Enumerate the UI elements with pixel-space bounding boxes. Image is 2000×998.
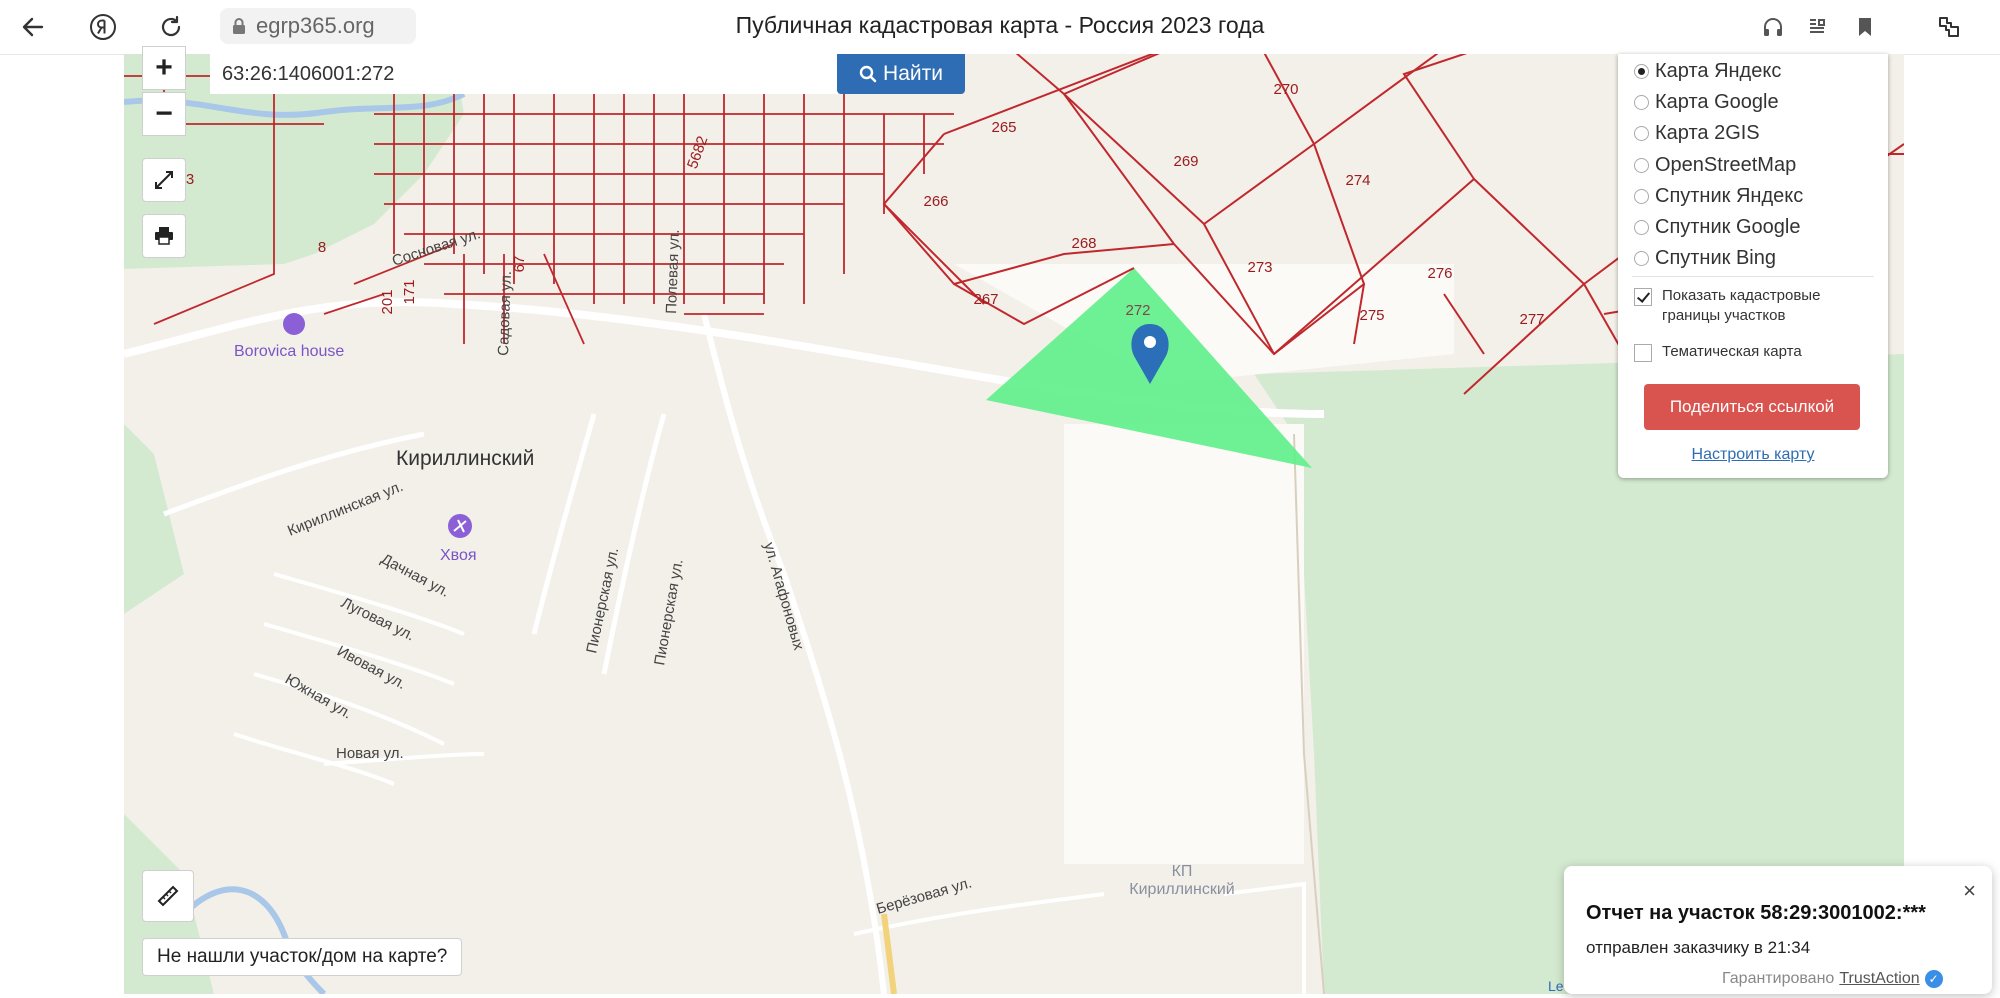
street-label: Новая ул. — [336, 745, 404, 762]
find-button[interactable]: Найти — [837, 54, 965, 94]
checkbox-icon[interactable] — [1634, 344, 1652, 362]
radio-icon[interactable] — [1634, 94, 1649, 110]
verified-check-icon: ✓ — [1924, 970, 1943, 988]
show-cadastral-toggle[interactable]: Показать кадастровые границы участков — [1634, 286, 1864, 326]
thematic-map-label: Тематическая карта — [1662, 343, 1802, 360]
layer-option-label: Карта Google — [1655, 90, 1779, 113]
radio-icon[interactable] — [1634, 125, 1649, 141]
ruler-icon — [157, 885, 179, 907]
radio-icon[interactable] — [1634, 157, 1649, 173]
map-layers-panel: Карта Яндекс Карта Google Карта 2GIS Ope… — [1618, 54, 1888, 478]
browser-toolbar: egrp365.org Публичная кадастровая карта … — [0, 0, 2000, 55]
layer-option-label: Карта Яндекс — [1655, 59, 1782, 82]
bookmark-icon[interactable] — [1848, 10, 1882, 44]
layer-option[interactable]: Карта Google — [1634, 87, 1779, 117]
layer-option-label: Спутник Яндекс — [1655, 184, 1804, 207]
layer-option[interactable]: Карта 2GIS — [1634, 118, 1760, 148]
radio-icon[interactable] — [1634, 250, 1649, 266]
kp-label-line2: Кириллинский — [1129, 881, 1234, 898]
print-button[interactable] — [142, 214, 186, 258]
zoom-out-button[interactable]: − — [142, 92, 186, 136]
parcel-label: 273 — [1247, 259, 1272, 276]
layer-option[interactable]: Спутник Google — [1634, 212, 1800, 242]
layer-option[interactable]: Спутник Яндекс — [1634, 181, 1803, 211]
parcel-label: 67 — [511, 256, 528, 273]
printer-icon — [155, 227, 173, 245]
share-link-button[interactable]: Поделиться ссылкой — [1644, 384, 1860, 430]
parcel-label-selected: 272 — [1125, 302, 1150, 319]
parcel-label: 201 — [379, 289, 396, 314]
measure-button[interactable] — [142, 870, 194, 922]
footer-prefix: Гарантировано — [1722, 970, 1835, 987]
kp-label-line1: КП — [1172, 863, 1193, 880]
settlement-label: Кириллинский — [396, 447, 534, 470]
parcel-label: 265 — [991, 119, 1016, 136]
show-cadastral-label: Показать кадастровые границы участков — [1662, 287, 1821, 324]
layer-option-label: Спутник Google — [1655, 215, 1801, 238]
search-icon — [859, 65, 877, 83]
reader-icon[interactable] — [1800, 10, 1834, 44]
layer-option-label: Спутник Bing — [1655, 246, 1776, 269]
poi-hvoya-label: Хвоя — [440, 547, 477, 564]
report-notification: × Отчет на участок 58:29:3001002:*** отп… — [1564, 866, 1992, 994]
parcel-label: 274 — [1345, 172, 1370, 189]
attribution-label[interactable]: Le — [1548, 978, 1564, 994]
setup-map-link[interactable]: Настроить карту — [1618, 446, 1888, 464]
checkbox-checked-icon[interactable] — [1634, 288, 1652, 306]
parcel-label: 270 — [1273, 81, 1298, 98]
parcel-label: 267 — [973, 291, 998, 308]
trustaction-link[interactable]: TrustAction — [1839, 970, 1919, 988]
fullscreen-button[interactable] — [142, 158, 186, 202]
page-title: Публичная кадастровая карта - Россия 202… — [735, 12, 1265, 38]
not-found-button[interactable]: Не нашли участок/дом на карте? — [142, 938, 463, 976]
extensions-icon[interactable] — [1932, 10, 1966, 44]
divider — [1632, 276, 1874, 277]
headphones-icon[interactable] — [1756, 10, 1790, 44]
zoom-in-button[interactable]: + — [142, 46, 186, 90]
parcel-label: 268 — [1071, 235, 1096, 252]
notification-title: Отчет на участок 58:29:3001002:*** — [1586, 902, 1926, 924]
parcel-label: 266 — [923, 193, 948, 210]
parcel-label: 269 — [1173, 153, 1198, 170]
radio-icon[interactable] — [1634, 219, 1649, 235]
layer-option-label: Карта 2GIS — [1655, 121, 1760, 144]
layer-option-label: OpenStreetMap — [1655, 153, 1797, 176]
cadastral-search-input[interactable]: 63:26:1406001:272 — [210, 54, 838, 94]
find-button-label: Найти — [883, 62, 943, 85]
radio-icon[interactable] — [1634, 188, 1649, 204]
layer-option[interactable]: Спутник Bing — [1634, 243, 1776, 273]
parcel-label: 171 — [401, 279, 418, 304]
notification-footer: Гарантировано TrustAction ✓ — [1722, 970, 1943, 988]
parcel-label: 275 — [1359, 307, 1384, 324]
street-label: Садовая ул. — [495, 271, 515, 357]
parcel-label: 8 — [318, 239, 326, 256]
expand-icon — [155, 171, 173, 189]
notification-subtitle: отправлен заказчику в 21:34 — [1586, 938, 1811, 957]
radio-selected-icon[interactable] — [1634, 63, 1649, 79]
parcel-label: 276 — [1427, 265, 1452, 282]
layer-option[interactable]: OpenStreetMap — [1634, 150, 1796, 180]
poi-borovica-label: Borovica house — [234, 343, 344, 360]
close-icon[interactable]: × — [1963, 878, 1976, 904]
street-label: Полевая ул. — [663, 229, 683, 314]
layer-option[interactable]: Карта Яндекс — [1634, 56, 1781, 86]
parcel-label: 3 — [186, 171, 194, 188]
thematic-map-toggle[interactable]: Тематическая карта — [1634, 342, 1802, 362]
parcel-label: 277 — [1519, 311, 1544, 328]
